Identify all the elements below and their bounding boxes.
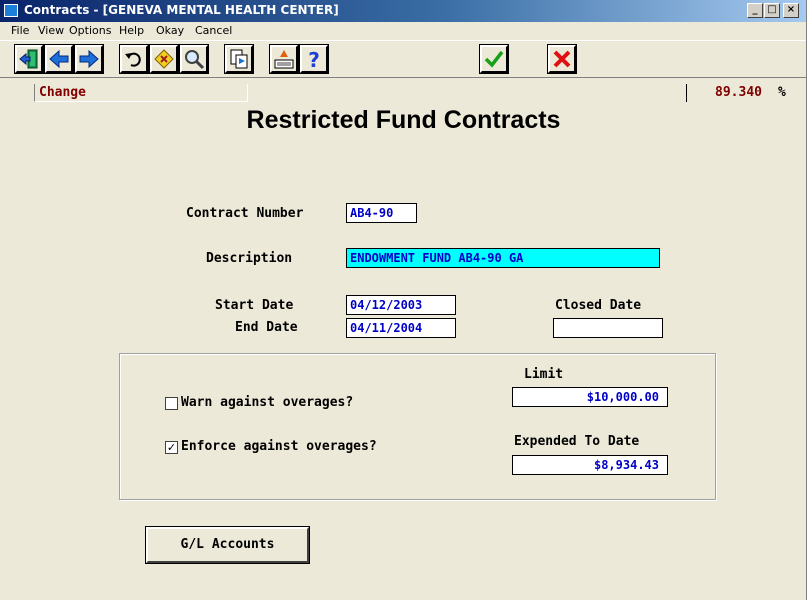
menu-okay[interactable]: Okay bbox=[156, 24, 184, 37]
title-bar[interactable]: Contracts - [GENEVA MENTAL HEALTH CENTER… bbox=[0, 0, 806, 22]
overage-group-box bbox=[119, 353, 716, 500]
search-button[interactable] bbox=[179, 44, 209, 74]
copy-button[interactable] bbox=[224, 44, 254, 74]
toolbar: ? bbox=[0, 40, 806, 78]
contract-number-label: Contract Number bbox=[186, 206, 304, 221]
report-icon bbox=[274, 50, 294, 69]
menu-file[interactable]: File bbox=[11, 24, 29, 37]
enforce-overages-label[interactable]: Enforce against overages? bbox=[181, 439, 377, 455]
start-date-field[interactable]: 04/12/2003 bbox=[346, 295, 456, 315]
forward-arrow-icon bbox=[79, 49, 99, 69]
gl-accounts-button[interactable]: G/L Accounts bbox=[145, 526, 310, 564]
copy-doc-icon bbox=[230, 49, 248, 69]
magnifier-icon bbox=[185, 50, 205, 70]
maximize-button[interactable]: □ bbox=[764, 3, 780, 18]
percent-sign: % bbox=[778, 85, 786, 100]
warn-overages-label[interactable]: Warn against overages? bbox=[181, 395, 353, 411]
warn-overages-checkbox[interactable] bbox=[165, 397, 178, 410]
cancel-button[interactable] bbox=[547, 44, 577, 74]
undo-button[interactable] bbox=[119, 44, 149, 74]
start-date-label: Start Date bbox=[215, 298, 294, 313]
exit-button[interactable] bbox=[14, 44, 44, 74]
description-label: Description bbox=[206, 251, 293, 266]
closed-date-field[interactable] bbox=[553, 318, 663, 338]
undo-icon bbox=[125, 52, 141, 67]
exit-icon bbox=[19, 49, 38, 69]
menu-cancel[interactable]: Cancel bbox=[195, 24, 232, 37]
menu-help[interactable]: Help bbox=[119, 24, 144, 37]
menu-bar: File View Options Help Okay Cancel bbox=[0, 22, 806, 40]
svg-text:?: ? bbox=[308, 48, 320, 70]
application-window: Contracts - [GENEVA MENTAL HEALTH CENTER… bbox=[0, 0, 807, 600]
okay-check-icon bbox=[484, 50, 504, 68]
minimize-button[interactable]: _ bbox=[747, 3, 763, 18]
limit-field[interactable]: $10,000.00 bbox=[512, 387, 668, 407]
description-field[interactable]: ENDOWMENT FUND AB4-90 GA bbox=[346, 248, 660, 268]
expended-to-date-label: Expended To Date bbox=[514, 434, 640, 449]
enforce-overages-checkbox[interactable]: ✓ bbox=[165, 441, 178, 454]
forward-button[interactable] bbox=[74, 44, 104, 74]
contract-number-field[interactable]: AB4-90 bbox=[346, 203, 417, 223]
help-button[interactable]: ? bbox=[299, 44, 329, 74]
closed-date-label: Closed Date bbox=[555, 298, 642, 313]
window-title: Contracts - [GENEVA MENTAL HEALTH CENTER… bbox=[24, 3, 339, 17]
help-question-icon: ? bbox=[308, 48, 320, 70]
percent-value: 89.340 bbox=[686, 84, 768, 102]
cancel-x-icon bbox=[553, 50, 571, 68]
menu-options[interactable]: Options bbox=[69, 24, 111, 37]
okay-button[interactable] bbox=[479, 44, 509, 74]
expended-to-date-field[interactable]: $8,934.43 bbox=[512, 455, 668, 475]
report-button[interactable] bbox=[269, 44, 299, 74]
app-icon bbox=[4, 4, 18, 17]
end-date-label: End Date bbox=[235, 320, 298, 335]
back-arrow-icon bbox=[49, 49, 69, 69]
form-title: Restricted Fund Contracts bbox=[246, 106, 561, 134]
limit-label: Limit bbox=[524, 367, 564, 382]
back-button[interactable] bbox=[44, 44, 74, 74]
mode-status: Change bbox=[34, 84, 248, 102]
tools-icon bbox=[154, 49, 174, 69]
end-date-field[interactable]: 04/11/2004 bbox=[346, 318, 456, 338]
close-window-button[interactable]: × bbox=[783, 3, 799, 18]
menu-view[interactable]: View bbox=[38, 24, 64, 37]
tools-button[interactable] bbox=[149, 44, 179, 74]
